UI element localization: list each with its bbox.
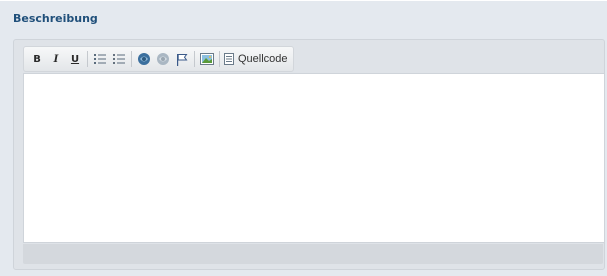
unordered-list-button[interactable] (111, 50, 127, 68)
italic-button[interactable]: I (48, 50, 64, 68)
source-code-label: Quellcode (238, 53, 288, 65)
editor-status-bar (23, 244, 603, 264)
description-panel: Beschreibung B I U Quellcode (0, 0, 607, 276)
image-icon (200, 53, 214, 65)
rich-text-editor: B I U Quellcode (13, 39, 605, 270)
bold-button[interactable]: B (29, 50, 45, 68)
underline-button[interactable]: U (67, 50, 83, 68)
unordered-list-icon (113, 54, 125, 64)
section-title: Beschreibung (13, 12, 98, 25)
editor-content-area[interactable] (23, 73, 605, 243)
anchor-button[interactable] (174, 50, 190, 68)
unlink-button[interactable] (155, 50, 171, 68)
document-icon (224, 53, 234, 65)
ordered-list-button[interactable] (92, 50, 108, 68)
toolbar-separator (131, 51, 132, 67)
toolbar-separator (194, 51, 195, 67)
link-button[interactable] (136, 50, 152, 68)
image-button[interactable] (199, 50, 215, 68)
ordered-list-icon (94, 54, 106, 64)
link-icon (138, 53, 150, 65)
toolbar-separator (219, 51, 220, 67)
source-code-button[interactable]: Quellcode (224, 50, 288, 68)
editor-toolbar: B I U Quellcode (23, 46, 294, 72)
toolbar-separator (87, 51, 88, 67)
flag-icon (177, 53, 188, 66)
unlink-icon (157, 53, 169, 65)
